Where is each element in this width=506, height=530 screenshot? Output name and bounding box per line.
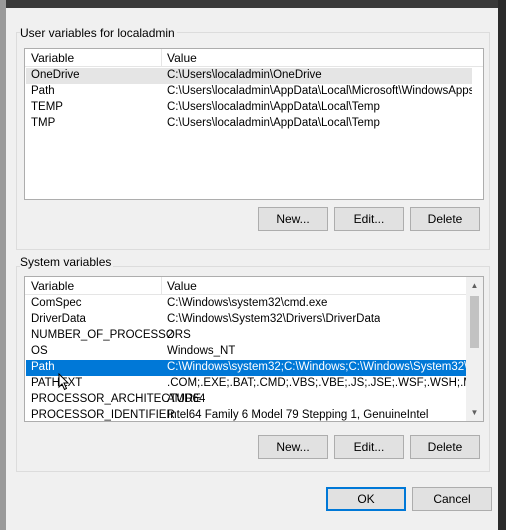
- system-row-value: AMD64: [167, 393, 206, 405]
- system-row-variable: Path: [31, 361, 55, 373]
- system-row-path[interactable]: Path C:\Windows\system32;C:\Windows;C:\W…: [26, 360, 467, 376]
- mouse-cursor-icon: [58, 373, 70, 391]
- system-list-header: Variable Value: [25, 277, 483, 295]
- user-row-value: C:\Users\localadmin\AppData\Local\Micros…: [167, 85, 472, 97]
- scroll-down-arrow-icon[interactable]: ▼: [466, 404, 483, 421]
- system-row-value: 2: [167, 329, 174, 341]
- system-row-value: .COM;.EXE;.BAT;.CMD;.VBS;.VBE;.JS;.JSE;.…: [167, 377, 467, 389]
- system-row-value: Windows_NT: [167, 345, 236, 357]
- user-row-tmp[interactable]: TMP C:\Users\localadmin\AppData\Local\Te…: [26, 116, 472, 132]
- scroll-up-arrow-icon[interactable]: ▲: [466, 277, 483, 294]
- system-variables-title: System variables: [20, 255, 114, 269]
- user-edit-button[interactable]: Edit...: [334, 207, 404, 231]
- user-row-temp[interactable]: TEMP C:\Users\localadmin\AppData\Local\T…: [26, 100, 472, 116]
- user-row-variable: Path: [31, 85, 55, 97]
- system-col-variable[interactable]: Variable: [31, 279, 74, 293]
- user-col-variable[interactable]: Variable: [31, 51, 74, 65]
- system-row-comspec[interactable]: ComSpec C:\Windows\system32\cmd.exe: [26, 296, 467, 312]
- system-variables-list[interactable]: Variable Value ComSpec C:\Windows\system…: [24, 276, 484, 422]
- system-edit-button[interactable]: Edit...: [334, 435, 404, 459]
- environment-variables-dialog: User variables for localadmin Variable V…: [6, 8, 498, 530]
- system-row-processor-architecture[interactable]: PROCESSOR_ARCHITECTURE AMD64: [26, 392, 467, 408]
- user-row-value: C:\Users\localadmin\AppData\Local\Temp: [167, 117, 380, 129]
- ok-button[interactable]: OK: [326, 487, 406, 511]
- system-row-value: Intel64 Family 6 Model 79 Stepping 1, Ge…: [167, 409, 429, 421]
- user-delete-button[interactable]: Delete: [410, 207, 480, 231]
- user-row-onedrive[interactable]: OneDrive C:\Users\localadmin\OneDrive: [26, 68, 472, 84]
- system-row-variable: OS: [31, 345, 48, 357]
- system-row-value: C:\Windows\system32;C:\Windows;C:\Window…: [167, 361, 467, 373]
- user-variables-title: User variables for localadmin: [20, 26, 177, 40]
- user-new-button[interactable]: New...: [258, 207, 328, 231]
- system-row-variable: PROCESSOR_IDENTIFIER: [31, 409, 175, 421]
- system-row-pathext[interactable]: PATHEXT .COM;.EXE;.BAT;.CMD;.VBS;.VBE;.J…: [26, 376, 467, 392]
- system-row-variable: ComSpec: [31, 297, 82, 309]
- user-row-variable: TMP: [31, 117, 56, 129]
- scrollbar-thumb[interactable]: [470, 296, 479, 348]
- system-new-button[interactable]: New...: [258, 435, 328, 459]
- system-row-os[interactable]: OS Windows_NT: [26, 344, 467, 360]
- user-list-header: Variable Value: [25, 49, 483, 67]
- user-col-separator[interactable]: [161, 49, 162, 67]
- window-frame-top: [0, 0, 506, 8]
- system-col-value[interactable]: Value: [167, 279, 197, 293]
- system-col-separator[interactable]: [161, 277, 162, 295]
- system-list-scrollbar[interactable]: ▲ ▼: [466, 277, 483, 421]
- system-row-variable: PATHEXT: [31, 377, 83, 389]
- system-delete-button[interactable]: Delete: [410, 435, 480, 459]
- system-row-number-of-processors[interactable]: NUMBER_OF_PROCESSORS 2: [26, 328, 467, 344]
- window-frame-right: [498, 0, 506, 530]
- cancel-button[interactable]: Cancel: [412, 487, 492, 511]
- user-col-value[interactable]: Value: [167, 51, 197, 65]
- user-row-path[interactable]: Path C:\Users\localadmin\AppData\Local\M…: [26, 84, 472, 100]
- system-row-driverdata[interactable]: DriverData C:\Windows\System32\Drivers\D…: [26, 312, 467, 328]
- system-row-processor-identifier[interactable]: PROCESSOR_IDENTIFIER Intel64 Family 6 Mo…: [26, 408, 467, 421]
- user-variables-list[interactable]: Variable Value OneDrive C:\Users\localad…: [24, 48, 484, 200]
- user-row-value: C:\Users\localadmin\OneDrive: [167, 69, 322, 81]
- system-row-variable: DriverData: [31, 313, 86, 325]
- system-row-value: C:\Windows\System32\Drivers\DriverData: [167, 313, 381, 325]
- user-row-variable: TEMP: [31, 101, 63, 113]
- system-row-value: C:\Windows\system32\cmd.exe: [167, 297, 328, 309]
- user-row-variable: OneDrive: [31, 69, 80, 81]
- user-row-value: C:\Users\localadmin\AppData\Local\Temp: [167, 101, 380, 113]
